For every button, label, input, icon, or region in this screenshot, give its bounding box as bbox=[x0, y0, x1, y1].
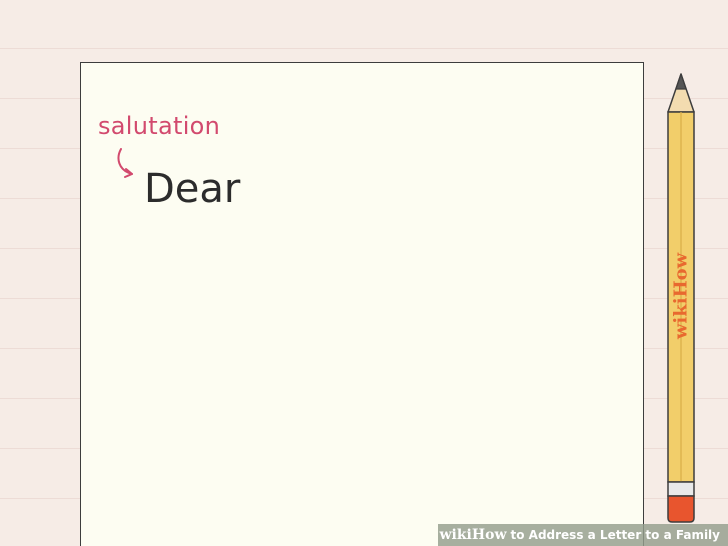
caption-brand-how: How bbox=[471, 527, 507, 543]
illustration-scene: salutation Dear wikiHow wiki How to Addres… bbox=[0, 0, 728, 546]
caption-title: to Address a Letter to a Family bbox=[510, 528, 721, 542]
background-line bbox=[0, 48, 728, 49]
curved-arrow-icon bbox=[117, 148, 133, 178]
greeting-text: Dear bbox=[144, 166, 241, 212]
salutation-annotation: salutation bbox=[98, 112, 221, 140]
caption-brand-wiki: wiki bbox=[439, 527, 472, 543]
pencil-brand-text: wikiHow bbox=[670, 252, 692, 340]
caption-bar: wiki How to Address a Letter to a Family bbox=[438, 524, 728, 546]
